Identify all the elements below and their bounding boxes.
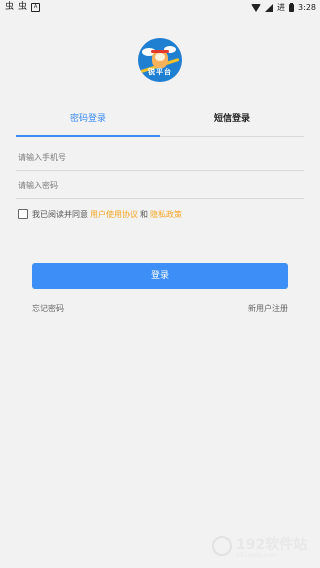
watermark-subtext: 192apps.com xyxy=(236,552,277,559)
watermark-logo-icon xyxy=(212,536,232,556)
battery-icon xyxy=(289,2,295,12)
tab-password-login[interactable]: 密码登录 xyxy=(16,108,160,134)
watermark: 192软件站 192apps.com xyxy=(212,532,312,562)
network-label: 进 xyxy=(277,3,286,12)
phone-field xyxy=(16,144,308,171)
status-right: 进 3:28 xyxy=(251,2,316,13)
status-bar: 虫 虫 A 进 3:28 xyxy=(0,0,320,14)
password-input[interactable] xyxy=(16,172,308,198)
forgot-password-link[interactable]: 忘记密码 xyxy=(32,303,64,314)
status-time: 3:28 xyxy=(298,3,316,12)
and-text: 和 xyxy=(140,209,148,219)
app-logo: 锐平台 xyxy=(138,38,182,82)
agree-prefix-text: 我已阅读并同意 xyxy=(32,209,88,219)
app-notification-icon: 虫 xyxy=(5,2,15,12)
user-agreement-link[interactable]: 用户使用协议 xyxy=(90,209,138,220)
login-tabs: 密码登录 短信登录 xyxy=(16,108,304,137)
register-link[interactable]: 新用户注册 xyxy=(248,303,288,314)
sim-icon: A xyxy=(31,2,41,12)
login-button[interactable]: 登录 xyxy=(32,263,288,289)
app-notification-icon-2: 虫 xyxy=(18,2,28,12)
wifi-icon xyxy=(251,3,262,12)
tab-sms-login[interactable]: 短信登录 xyxy=(160,108,304,134)
status-left: 虫 虫 A xyxy=(5,2,41,12)
privacy-policy-link[interactable]: 隐私政策 xyxy=(150,209,182,220)
logo-headband xyxy=(151,50,169,53)
agree-checkbox[interactable] xyxy=(18,209,28,219)
logo-monkey-face xyxy=(155,53,165,61)
password-field xyxy=(16,172,308,199)
watermark-text: 192软件站 xyxy=(236,537,308,553)
agreement-row: 我已阅读并同意 用户使用协议 和 隐私政策 xyxy=(18,207,184,221)
tab-indicator xyxy=(16,135,160,137)
phone-input[interactable] xyxy=(16,144,308,170)
logo-text: 锐平台 xyxy=(148,68,172,76)
signal-icon xyxy=(265,3,274,12)
